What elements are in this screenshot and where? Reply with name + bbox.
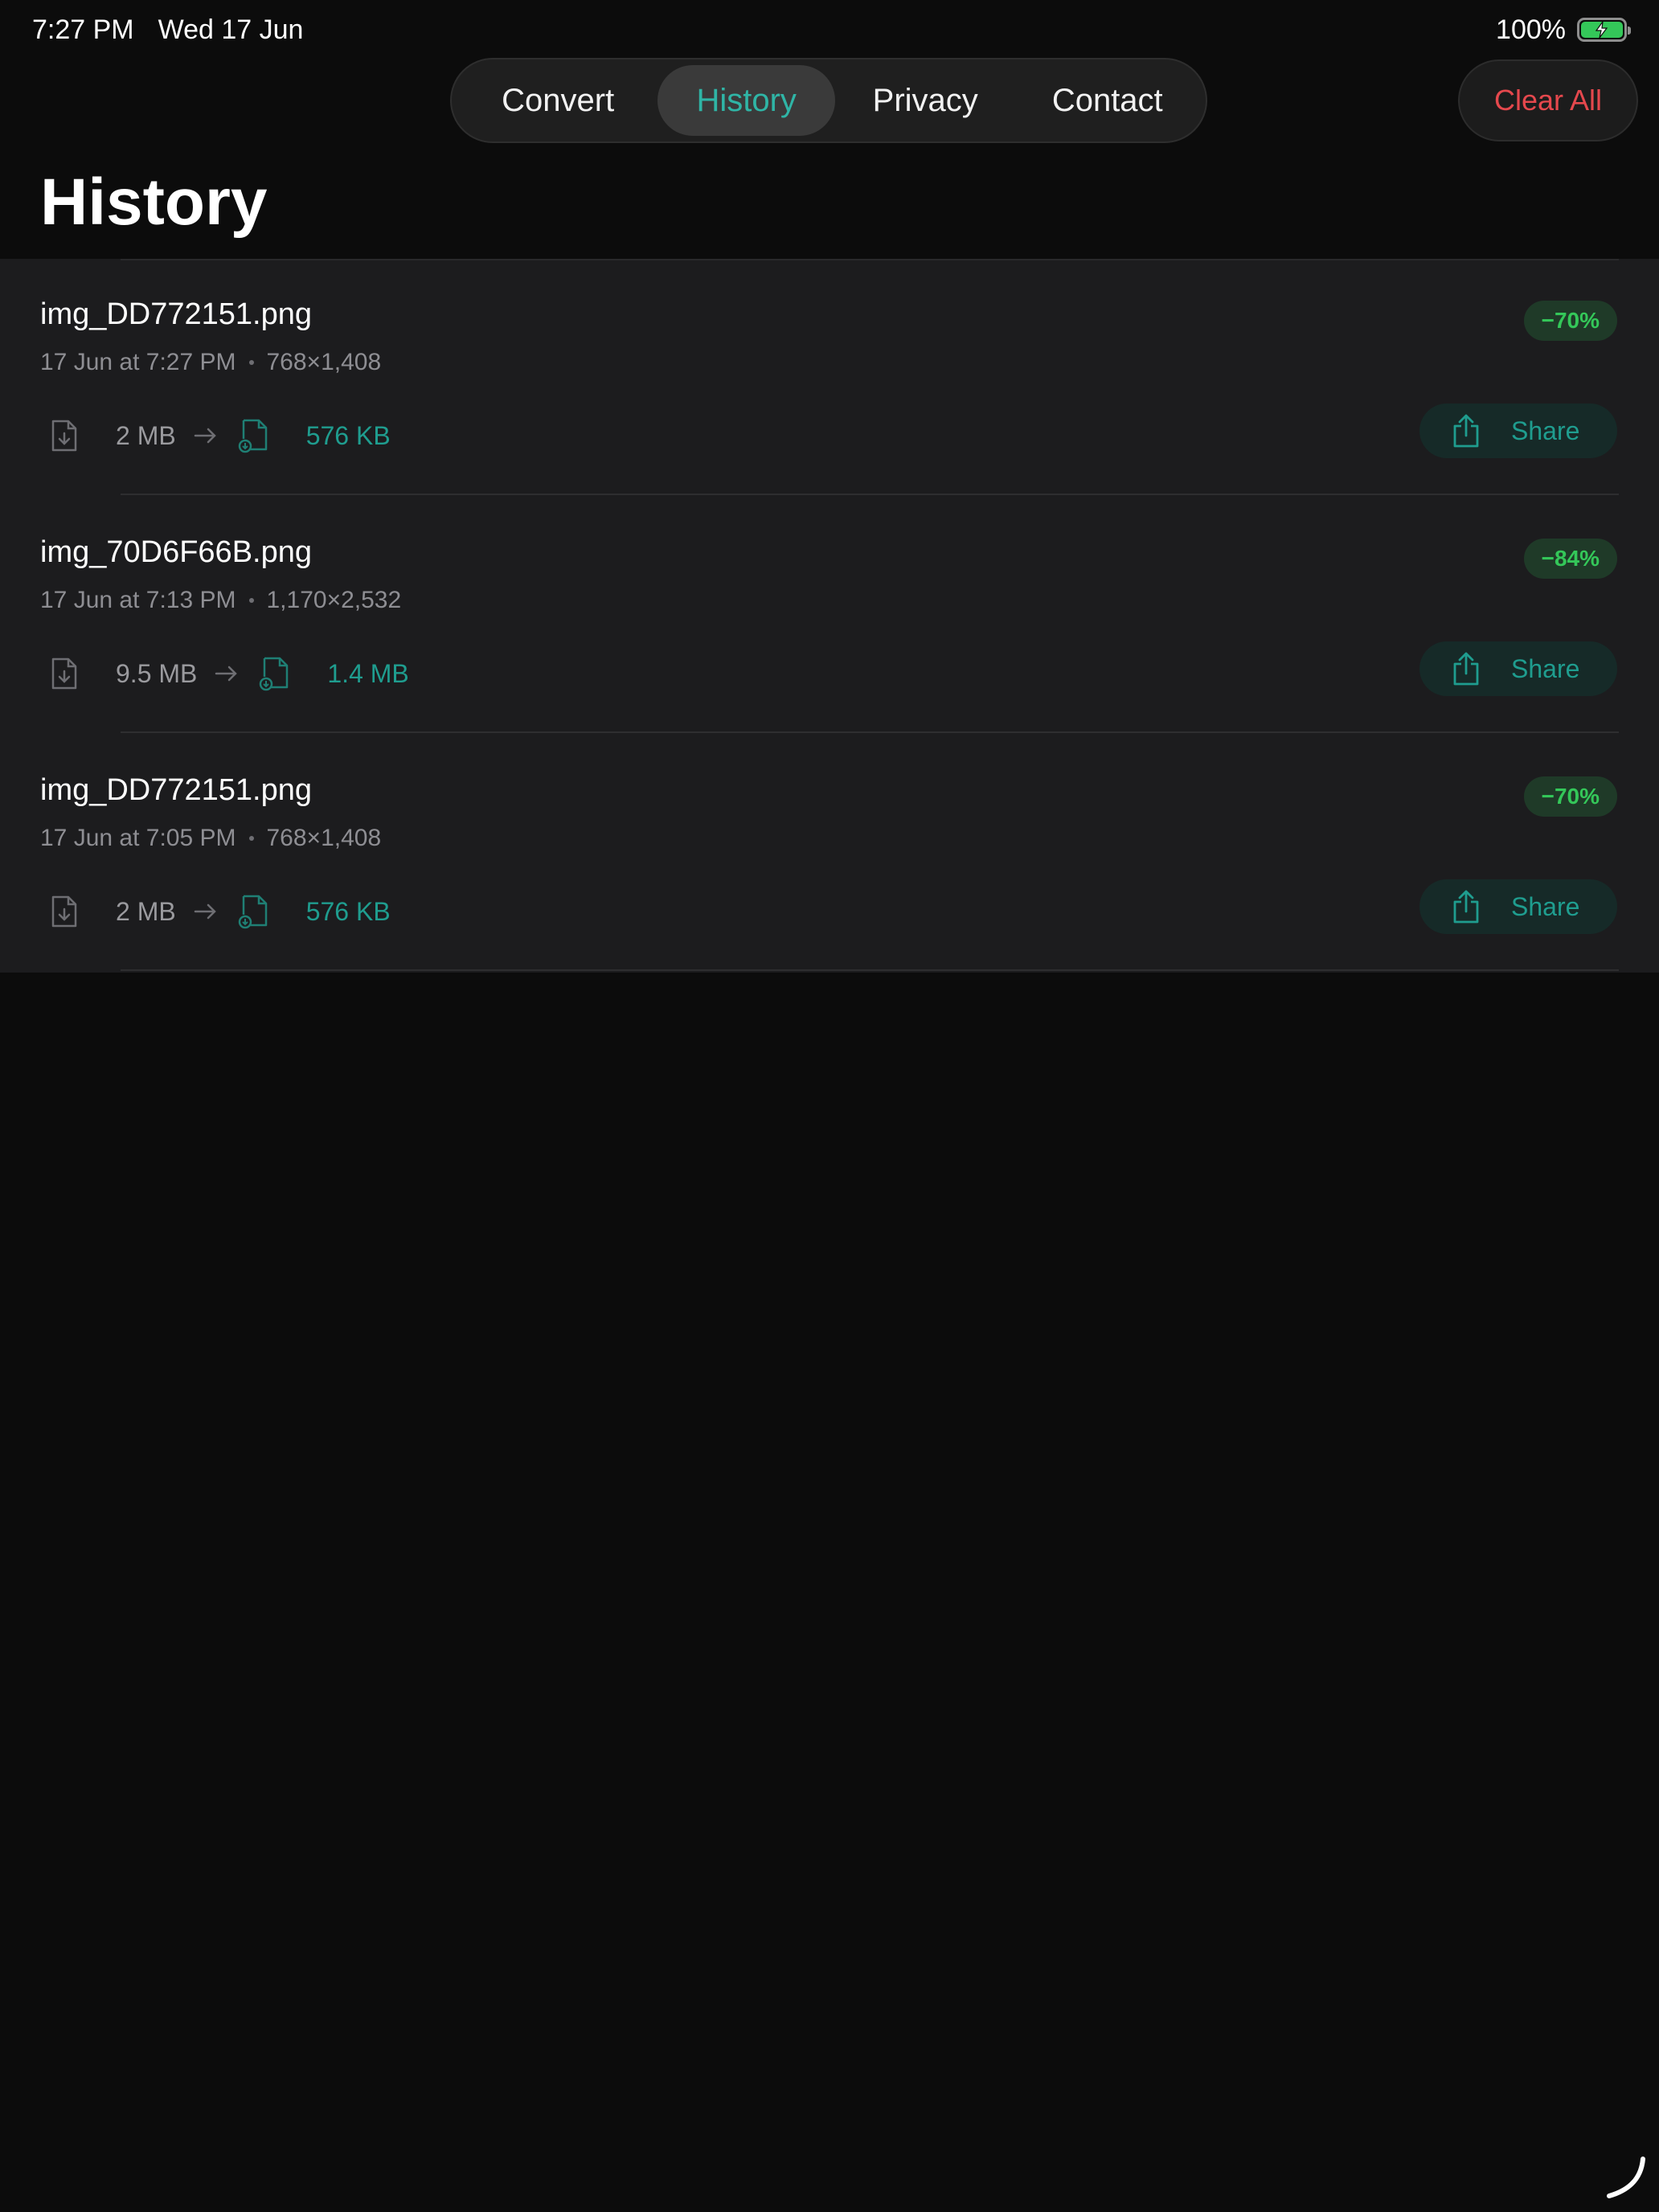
file-download-icon (51, 657, 77, 690)
share-icon (1453, 414, 1479, 448)
status-right: 100% (1496, 14, 1631, 46)
history-screen: 7:27 PM Wed 17 Jun 100% Convert History … (0, 0, 1659, 2212)
size-comparison: 2 MB 576 KB (50, 887, 391, 936)
reduction-badge: −70% (1523, 301, 1617, 341)
history-meta: 17 Jun at 7:05 PM 768×1,408 (40, 825, 381, 852)
history-row[interactable]: img_DD772151.png 17 Jun at 7:27 PM 768×1… (0, 259, 1659, 497)
reduction-badge: −70% (1523, 776, 1617, 817)
share-icon (1453, 652, 1479, 686)
history-meta: 17 Jun at 7:27 PM 768×1,408 (40, 349, 381, 376)
history-filename: img_DD772151.png (40, 297, 313, 331)
file-converted-icon (237, 894, 269, 929)
corner-indicator-icon (1607, 2157, 1645, 2198)
status-date: Wed 17 Jun (158, 14, 304, 45)
lightning-icon (1595, 21, 1608, 39)
page-title: History (40, 166, 268, 239)
history-row[interactable]: img_70D6F66B.png 17 Jun at 7:13 PM 1,170… (0, 497, 1659, 735)
separator-dot (248, 598, 254, 603)
arrow-right-icon (215, 664, 239, 683)
tab-convert[interactable]: Convert (458, 65, 657, 136)
original-size: 2 MB (116, 896, 176, 926)
converted-size: 1.4 MB (327, 658, 409, 688)
reduction-badge: −84% (1523, 539, 1617, 579)
share-button[interactable]: Share (1419, 641, 1617, 696)
history-row[interactable]: img_DD772151.png 17 Jun at 7:05 PM 768×1… (0, 735, 1659, 973)
share-label: Share (1511, 891, 1580, 921)
converted-size: 576 KB (305, 896, 391, 926)
separator-dot (248, 836, 254, 841)
original-size: 9.5 MB (116, 658, 198, 688)
separator-dot (248, 360, 254, 365)
file-converted-icon (237, 418, 269, 453)
clear-all-button[interactable]: Clear All (1458, 59, 1638, 141)
tab-history[interactable]: History (657, 65, 835, 136)
nav-segmented-control: Convert History Privacy Contact (450, 58, 1207, 143)
battery-percent: 100% (1496, 14, 1566, 45)
history-filename: img_70D6F66B.png (40, 535, 312, 569)
original-size: 2 MB (116, 420, 176, 450)
history-timestamp: 17 Jun at 7:13 PM (40, 587, 236, 613)
share-label: Share (1511, 653, 1580, 683)
size-comparison: 2 MB 576 KB (50, 412, 391, 460)
share-button[interactable]: Share (1419, 879, 1617, 934)
share-icon (1453, 890, 1479, 924)
history-timestamp: 17 Jun at 7:27 PM (40, 349, 236, 375)
share-button[interactable]: Share (1419, 403, 1617, 458)
history-filename: img_DD772151.png (40, 773, 313, 807)
battery-fill (1581, 21, 1623, 39)
converted-size: 576 KB (305, 420, 391, 450)
size-comparison: 9.5 MB 1.4 MB (50, 649, 409, 698)
battery-charging-icon (1577, 18, 1631, 42)
arrow-right-icon (194, 902, 218, 921)
arrow-right-icon (194, 426, 218, 445)
file-download-icon (51, 420, 77, 452)
tab-privacy[interactable]: Privacy (835, 65, 1016, 136)
file-converted-icon (258, 656, 290, 691)
file-download-icon (51, 895, 77, 928)
share-label: Share (1511, 416, 1580, 445)
tab-contact[interactable]: Contact (1015, 65, 1199, 136)
history-list: img_DD772151.png 17 Jun at 7:27 PM 768×1… (0, 259, 1659, 973)
history-dimensions: 1,170×2,532 (266, 587, 402, 613)
history-timestamp: 17 Jun at 7:05 PM (40, 825, 236, 851)
history-meta: 17 Jun at 7:13 PM 1,170×2,532 (40, 587, 401, 614)
status-bar: 7:27 PM Wed 17 Jun 100% (0, 0, 1659, 59)
history-dimensions: 768×1,408 (266, 825, 382, 851)
status-left: 7:27 PM Wed 17 Jun (32, 14, 303, 46)
history-dimensions: 768×1,408 (266, 349, 382, 375)
status-time: 7:27 PM (32, 14, 134, 45)
